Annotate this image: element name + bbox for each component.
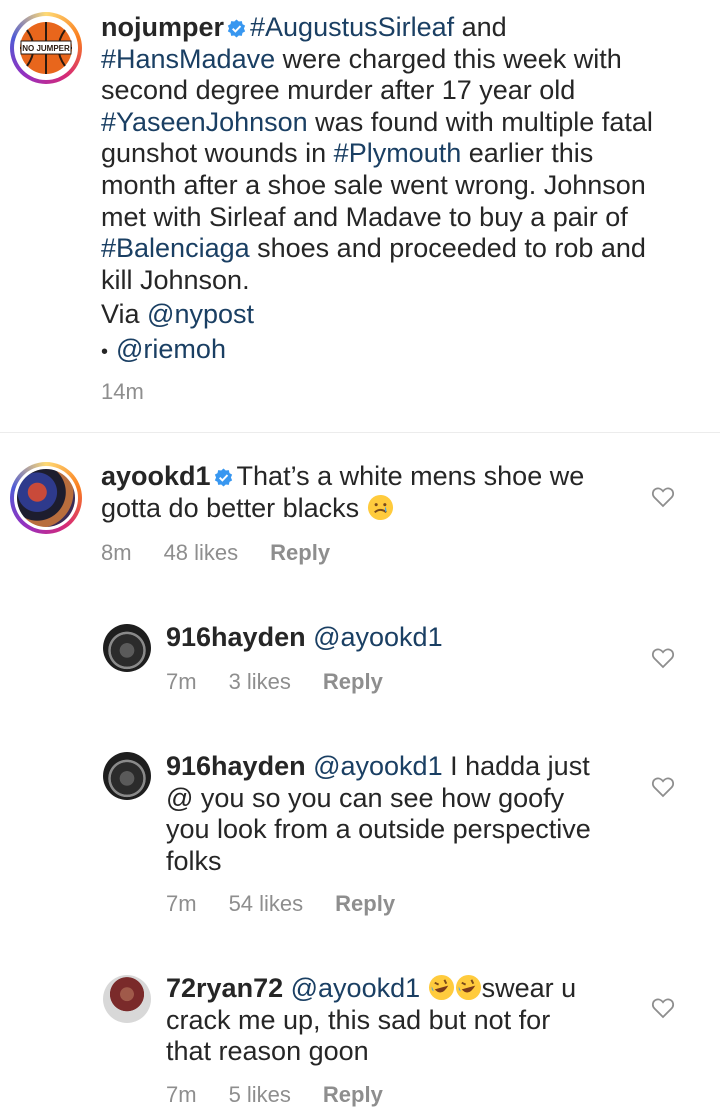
comment-text: That’s a white mens shoe we	[236, 461, 585, 491]
caption-text: were charged this week with	[275, 43, 622, 74]
hashtag-link[interactable]: #YaseenJohnson	[101, 107, 308, 137]
comment-text: I hadda just	[442, 751, 590, 781]
comment-username[interactable]: ayookd1	[101, 461, 211, 491]
comment-username[interactable]: 916hayden	[166, 751, 306, 781]
mention-link[interactable]: @ayookd1	[291, 973, 421, 1003]
bullet: •	[101, 340, 109, 363]
avatar[interactable]	[103, 752, 151, 800]
caption-text: and	[454, 12, 507, 42]
caption-text: second degree murder after 17 year old	[101, 75, 576, 106]
via-label: Via	[101, 299, 148, 330]
caption-text: gunshot wounds in	[101, 138, 334, 169]
like-heart-icon[interactable]	[651, 776, 675, 798]
post-timestamp: 14m	[101, 379, 144, 404]
post-author-avatar[interactable]: NO JUMPER	[10, 12, 82, 84]
rolling-on-floor-laughing-icon	[455, 974, 481, 1001]
comment-text: @ you so you can see how goofy	[166, 782, 565, 813]
like-heart-icon[interactable]	[651, 997, 675, 1019]
hashtag-link[interactable]: #Plymouth	[334, 138, 462, 168]
comment-text: that reason goon	[166, 1036, 369, 1067]
divider	[0, 432, 720, 433]
likes-count[interactable]: 48 likes	[164, 540, 239, 566]
mention-link[interactable]: @ayookd1	[313, 751, 443, 781]
hashtag-link[interactable]: #HansMadave	[101, 44, 275, 74]
caption-text: was found with multiple fatal	[307, 106, 653, 137]
caption-text: shoes and proceeded to rob and	[249, 233, 646, 264]
mention-link[interactable]: @riemoh	[116, 334, 226, 364]
reply-button[interactable]: Reply	[323, 1082, 383, 1108]
avatar[interactable]	[10, 462, 82, 534]
caption-text: met with Sirleaf and Madave to buy a pai…	[101, 201, 628, 232]
comment-text: crack me up, this sad but not for	[166, 1004, 551, 1035]
likes-count[interactable]: 5 likes	[229, 1082, 291, 1108]
comment-timestamp: 7m	[166, 669, 197, 694]
reply-button[interactable]: Reply	[323, 669, 383, 695]
comment-text: you look from a outside perspective	[166, 814, 591, 845]
comment-username[interactable]: 72ryan72	[166, 973, 283, 1003]
comment-text: swear u	[481, 973, 577, 1003]
likes-count[interactable]: 54 likes	[229, 891, 304, 917]
verified-badge-icon	[227, 19, 246, 38]
mention-link[interactable]: @nypost	[147, 299, 254, 329]
likes-count[interactable]: 3 likes	[229, 669, 291, 695]
caption-text: earlier this	[461, 138, 594, 169]
rolling-on-floor-laughing-icon	[428, 974, 454, 1001]
caption-text: month after a shoe sale went wrong. John…	[101, 169, 646, 200]
comment-timestamp: 7m	[166, 1082, 197, 1107]
comment-timestamp: 7m	[166, 891, 197, 916]
comment-text: folks	[166, 845, 222, 876]
reply-button[interactable]: Reply	[335, 891, 395, 917]
svg-text:NO JUMPER: NO JUMPER	[22, 44, 70, 53]
basketball-logo-icon: NO JUMPER	[20, 22, 72, 74]
comment-timestamp: 8m	[101, 540, 132, 565]
reply-button[interactable]: Reply	[270, 540, 330, 566]
crying-face-icon	[367, 494, 393, 520]
verified-badge-icon	[214, 468, 232, 487]
caption-text: kill Johnson.	[101, 264, 250, 295]
hashtag-link[interactable]: #AugustusSirleaf	[250, 12, 454, 42]
like-heart-icon[interactable]	[651, 486, 675, 508]
like-heart-icon[interactable]	[651, 647, 675, 669]
mention-link[interactable]: @ayookd1	[313, 622, 443, 652]
avatar[interactable]	[103, 975, 151, 1023]
comment-text: gotta do better blacks	[101, 492, 360, 523]
avatar[interactable]	[103, 624, 151, 672]
post-username[interactable]: nojumper	[101, 12, 224, 42]
comment-username[interactable]: 916hayden	[166, 622, 306, 652]
hashtag-link[interactable]: #Balenciaga	[101, 233, 250, 263]
